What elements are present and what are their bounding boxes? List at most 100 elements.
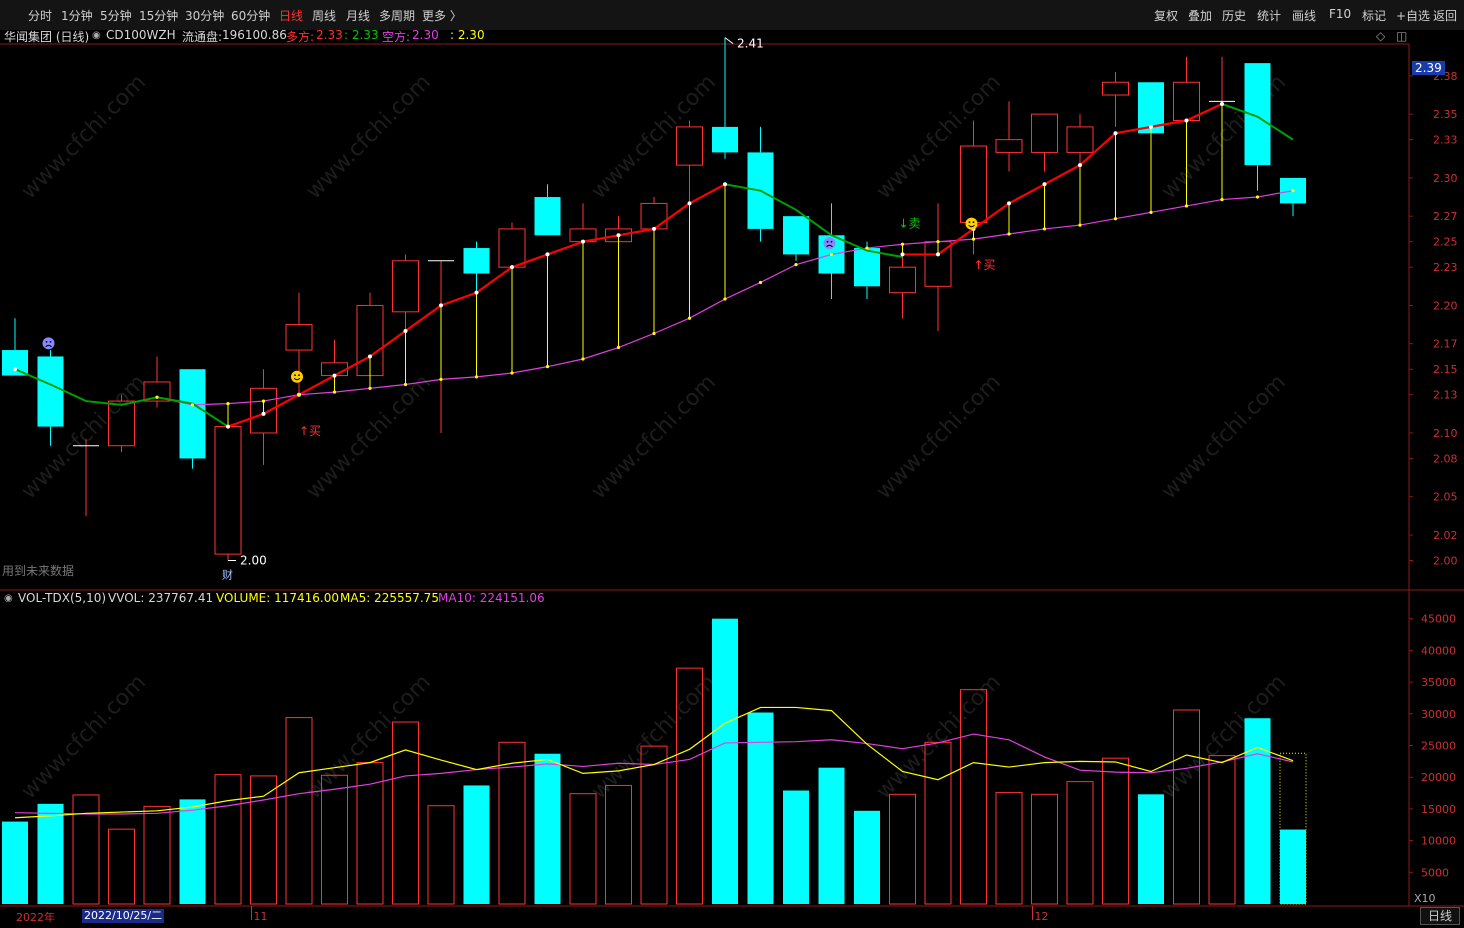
volume-bar-up [143, 805, 171, 905]
short-line-dot [403, 382, 408, 387]
volume-bar-down [2, 821, 28, 904]
period-tab-daily[interactable]: 日线 [1420, 907, 1460, 925]
volume-bar-up [1102, 757, 1129, 905]
watermark-text: www.cfchi.com [302, 70, 436, 204]
watermark-text: www.cfchi.com [17, 70, 151, 204]
short-line-dot [474, 375, 479, 379]
volume-bar-down [534, 753, 561, 904]
short-line-dot [687, 316, 692, 320]
sell-signal-label: ↓卖 [899, 216, 921, 230]
short-line-dot [616, 345, 621, 350]
short-line-dot [1220, 197, 1224, 202]
sell-sad-icon-eye [49, 340, 52, 343]
candle-body-down [2, 350, 28, 376]
candle-body-down [783, 216, 809, 255]
candle-body-up [889, 266, 916, 294]
volume-bar-up [995, 791, 1023, 905]
short-line-dot [226, 402, 230, 406]
short-line-dot [1255, 195, 1260, 199]
volume-settings-icon[interactable]: ◉ [4, 593, 13, 604]
candle-body-up [1031, 113, 1058, 153]
volume-bar-up [285, 717, 313, 905]
price-tick-label: 2.15 [1433, 363, 1458, 376]
volume-tick-label: 40000 [1421, 644, 1456, 657]
short-line-dot [1184, 204, 1189, 208]
short-line-dot [439, 377, 443, 382]
short-line-dot [1042, 227, 1047, 231]
candle-body-down [712, 126, 738, 153]
watermark-text: www.cfchi.com [17, 670, 151, 804]
candle-body-up [285, 324, 313, 351]
watermark-text: www.cfchi.com [587, 70, 721, 204]
long-line-dot [616, 233, 621, 238]
candle-body-up [1173, 81, 1200, 122]
long-line-dot [723, 182, 727, 187]
month-label: 11 [254, 910, 268, 923]
sell-sad-icon [823, 237, 836, 250]
volume-value: VOLUME: 117416.00 [216, 591, 339, 605]
short-line-dot [900, 242, 905, 246]
sell-sad-icon [42, 337, 55, 350]
price-tick-label: 2.13 [1433, 389, 1458, 402]
volume-bar-down [1138, 794, 1164, 904]
candle-body-up [676, 126, 703, 166]
buy-smile-icon-eye [298, 374, 300, 377]
long-line-dot [261, 411, 266, 416]
price-tick-label: 2.35 [1433, 108, 1458, 121]
long-line-dot [403, 328, 408, 333]
price-tick-label: 2.20 [1433, 299, 1458, 312]
candle-body-up [995, 139, 1023, 153]
short-line-dot [971, 237, 976, 241]
volume-tick-label: 5000 [1421, 866, 1449, 879]
long-line-dot [900, 252, 905, 257]
long-line-dot [368, 354, 372, 359]
buy-smile-icon [291, 370, 303, 383]
long-line-dot [332, 373, 337, 378]
short-line-dot [581, 357, 585, 361]
price-tick-label: 2.10 [1433, 427, 1458, 440]
long-line-dot [1184, 118, 1189, 123]
price-tick-label: 2.05 [1433, 491, 1458, 504]
short-line-dot [1113, 217, 1118, 221]
high-pointer [724, 37, 734, 45]
price-tick-label: 2.30 [1433, 172, 1458, 185]
short-line-dot [332, 390, 337, 394]
candle-body-up [392, 260, 419, 313]
vvol-value: VVOL: 237767.41 [108, 591, 214, 605]
price-tick-label: 2.00 [1433, 554, 1458, 567]
candle-body-down [179, 369, 206, 459]
volume-bar-down [818, 767, 845, 904]
short-line-dot [1291, 189, 1295, 193]
watermark-text: www.cfchi.com [17, 370, 151, 504]
volume-bar-down [1244, 718, 1271, 904]
long-line-dot [1220, 101, 1224, 106]
watermark-text: www.cfchi.com [302, 370, 436, 504]
current-price-tag: 2.39 [1412, 61, 1445, 75]
sell-sad-icon-eye [826, 240, 829, 243]
short-line-dot [1007, 232, 1011, 236]
long-line-dot [1149, 124, 1153, 129]
candle-body-up [640, 202, 668, 230]
long-line-dot [439, 303, 443, 308]
volume-indicator-name: VOL-TDX(5,10) [18, 591, 107, 605]
short-line-dot [155, 395, 159, 399]
volume-bar-down [37, 803, 64, 904]
short-line-dot [190, 403, 195, 407]
long-line-dot [1078, 163, 1082, 168]
short-line-dot [723, 297, 727, 301]
long-line-dot [226, 424, 230, 429]
volume-bar-up [250, 775, 277, 905]
short-line-dot [297, 393, 301, 397]
current-date-label: 2022/10/25/二 [82, 909, 165, 923]
volume-tick-label: 10000 [1421, 835, 1456, 848]
buy-smile-icon-eye [968, 221, 971, 224]
volume-bar-down [1280, 829, 1306, 904]
long-line-dot [474, 290, 479, 295]
sell-sad-icon-eye [830, 240, 833, 243]
buy-smile-icon [965, 217, 978, 230]
volume-bar-down [712, 618, 738, 904]
long-line-dot [581, 239, 585, 244]
long-line-dot [545, 252, 550, 257]
volume-tick-label: 45000 [1421, 613, 1456, 626]
sell-sad-icon-eye [45, 340, 48, 343]
